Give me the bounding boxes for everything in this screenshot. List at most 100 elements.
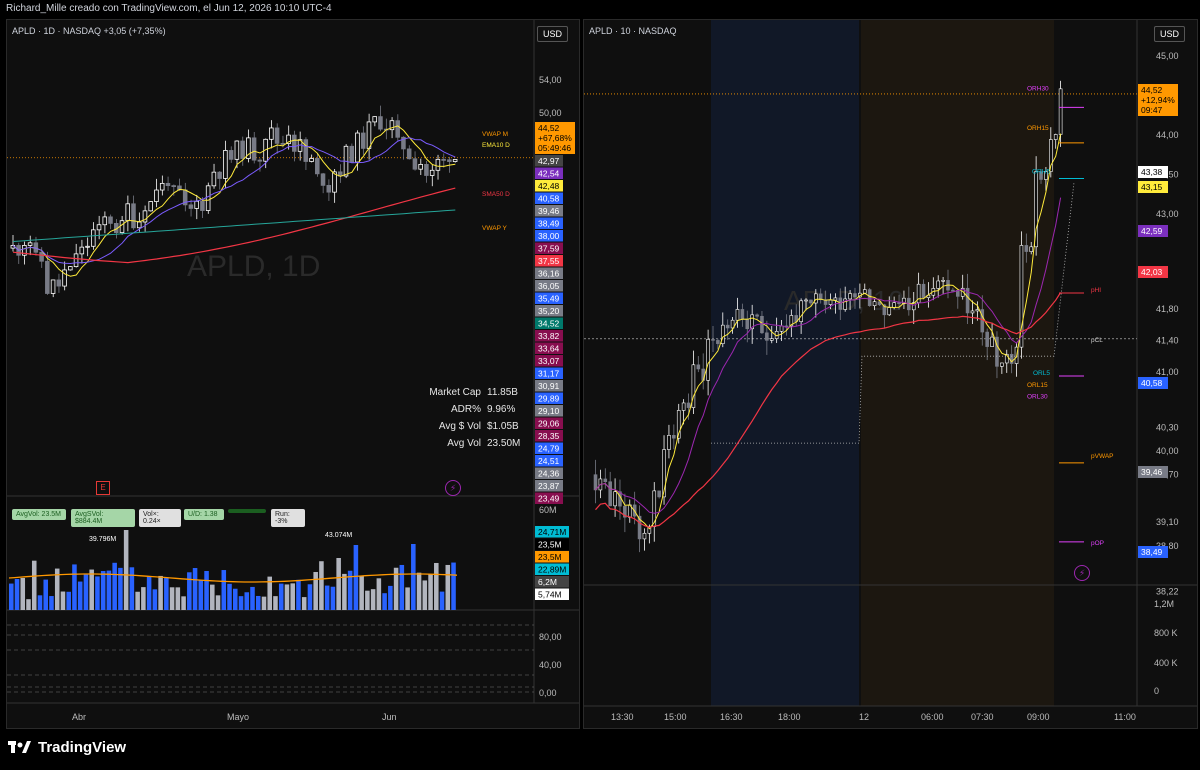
volume-bar: [382, 593, 387, 610]
volume-bar: [210, 584, 215, 610]
candle-body: [274, 127, 280, 144]
stats-row: Avg Vol 23.50M: [387, 435, 527, 452]
time-axis-tick: 07:30: [971, 712, 994, 722]
volume-bar: [77, 581, 83, 610]
candle-body: [378, 116, 383, 130]
volume-bar: [445, 564, 451, 610]
left-chart-panel[interactable]: APLD, 1D54,0050,0046,00VWAP MEMA10 DSMA5…: [6, 19, 580, 729]
price-axis-tick: 40,30: [1156, 422, 1179, 432]
volume-bar: [439, 591, 445, 610]
volume-bar: [187, 572, 192, 610]
stats-row: Avg $ Vol $1.05B: [387, 418, 527, 435]
volume-bar: [89, 569, 94, 610]
volume-bar: [20, 577, 26, 610]
volume-bar: [106, 570, 112, 610]
level-label: pCL: [1091, 337, 1103, 344]
candle-body: [848, 293, 852, 300]
volume-info-chip: Vol×: 0.24×: [139, 509, 181, 527]
last-price-change: +67,68%: [538, 133, 572, 143]
candle-body: [424, 164, 429, 176]
candle-body: [1058, 88, 1063, 135]
price-label: 42,48: [538, 181, 560, 191]
candle-body: [921, 283, 926, 298]
candle-body: [603, 478, 608, 483]
ma-line-label: VWAP Y: [482, 225, 507, 232]
stats-label: Market Cap: [429, 387, 481, 398]
volume-bar: [175, 587, 181, 610]
candle-body: [320, 173, 326, 186]
volume-bar: [43, 579, 49, 610]
last-price-value: 44,52: [538, 123, 560, 133]
candle-body: [217, 171, 222, 179]
candle-body: [108, 216, 113, 224]
footer-brand: TradingView: [38, 739, 127, 756]
stats-value: 11.85B: [487, 387, 518, 398]
volume-bar: [284, 584, 290, 610]
ma-line-label: VWAP M: [482, 131, 508, 138]
volume-bar: [359, 575, 364, 610]
volume-bar: [250, 586, 255, 610]
lightning-icon[interactable]: ⚡: [1074, 565, 1090, 581]
last-price-countdown: 05:49:46: [538, 143, 571, 153]
volume-bar: [112, 562, 117, 610]
price-label: 39,46: [1141, 467, 1163, 477]
volume-label: 23,5M: [538, 552, 562, 562]
candle-body: [1000, 362, 1004, 367]
candle-body: [228, 150, 234, 160]
candle-body: [240, 140, 245, 159]
volume-bar: [290, 583, 295, 610]
candle-body: [642, 532, 647, 540]
right-currency-button[interactable]: USD: [1154, 26, 1186, 42]
price-label: 39,46: [538, 206, 560, 216]
last-price-value: 44,52: [1141, 85, 1163, 95]
candle-body: [867, 289, 872, 307]
volume-bar: [399, 564, 405, 610]
volume-bar: [376, 578, 382, 610]
candle-body: [951, 289, 955, 292]
candle-body: [613, 491, 617, 507]
right-chart-canvas[interactable]: APLD, 1045,0044,0043,5043,0041,8041,4041…: [584, 20, 1198, 729]
price-label: 37,59: [538, 244, 560, 254]
stats-label: Avg Vol: [447, 438, 481, 449]
candle-body: [91, 229, 96, 247]
price-label: 23,87: [538, 481, 560, 491]
volume-info-chip: [228, 509, 266, 513]
time-axis-tick: 15:00: [664, 712, 687, 722]
lightning-icon[interactable]: ⚡: [445, 480, 461, 496]
candle-body: [315, 158, 320, 175]
volume-bar: [9, 583, 14, 610]
candle-body: [990, 336, 994, 347]
candle-body: [828, 299, 833, 305]
stats-value: $1.05B: [487, 421, 519, 432]
left-currency-button[interactable]: USD: [537, 26, 569, 42]
tradingview-logo[interactable]: TradingView: [8, 739, 126, 756]
last-price-change: +12,94%: [1141, 95, 1175, 105]
candle-body: [73, 253, 79, 268]
time-axis-tick: 11:00: [1114, 712, 1136, 722]
candle-body: [223, 150, 228, 179]
volume-bar: [342, 573, 347, 610]
volume-axis-tick: 400 K: [1154, 658, 1178, 668]
volume-bar: [129, 567, 135, 610]
earnings-icon[interactable]: E: [96, 481, 110, 495]
volume-bar: [37, 595, 43, 610]
volume-bar: [278, 583, 284, 610]
candle-body: [593, 474, 598, 491]
candle-body: [102, 216, 108, 226]
volume-bar: [100, 571, 106, 610]
candle-body: [50, 279, 56, 294]
candle-body: [188, 204, 194, 209]
candle-body: [735, 309, 740, 321]
price-axis-tick: 44,00: [1156, 130, 1179, 140]
price-label: 38,00: [538, 231, 560, 241]
candle-body: [975, 309, 980, 312]
candle-body: [257, 159, 263, 162]
candle-body: [862, 289, 867, 294]
volume-info-chip: U/D: 1.38: [184, 509, 224, 520]
left-chart-canvas[interactable]: APLD, 1D54,0050,0046,00VWAP MEMA10 DSMA5…: [7, 20, 580, 729]
candle-body: [326, 184, 332, 193]
stats-row: ADR% 9.96%: [387, 401, 527, 418]
volume-bar: [198, 580, 204, 610]
level-label: pVWAP: [1091, 453, 1114, 460]
right-chart-panel[interactable]: APLD, 1045,0044,0043,5043,0041,8041,4041…: [583, 19, 1198, 729]
